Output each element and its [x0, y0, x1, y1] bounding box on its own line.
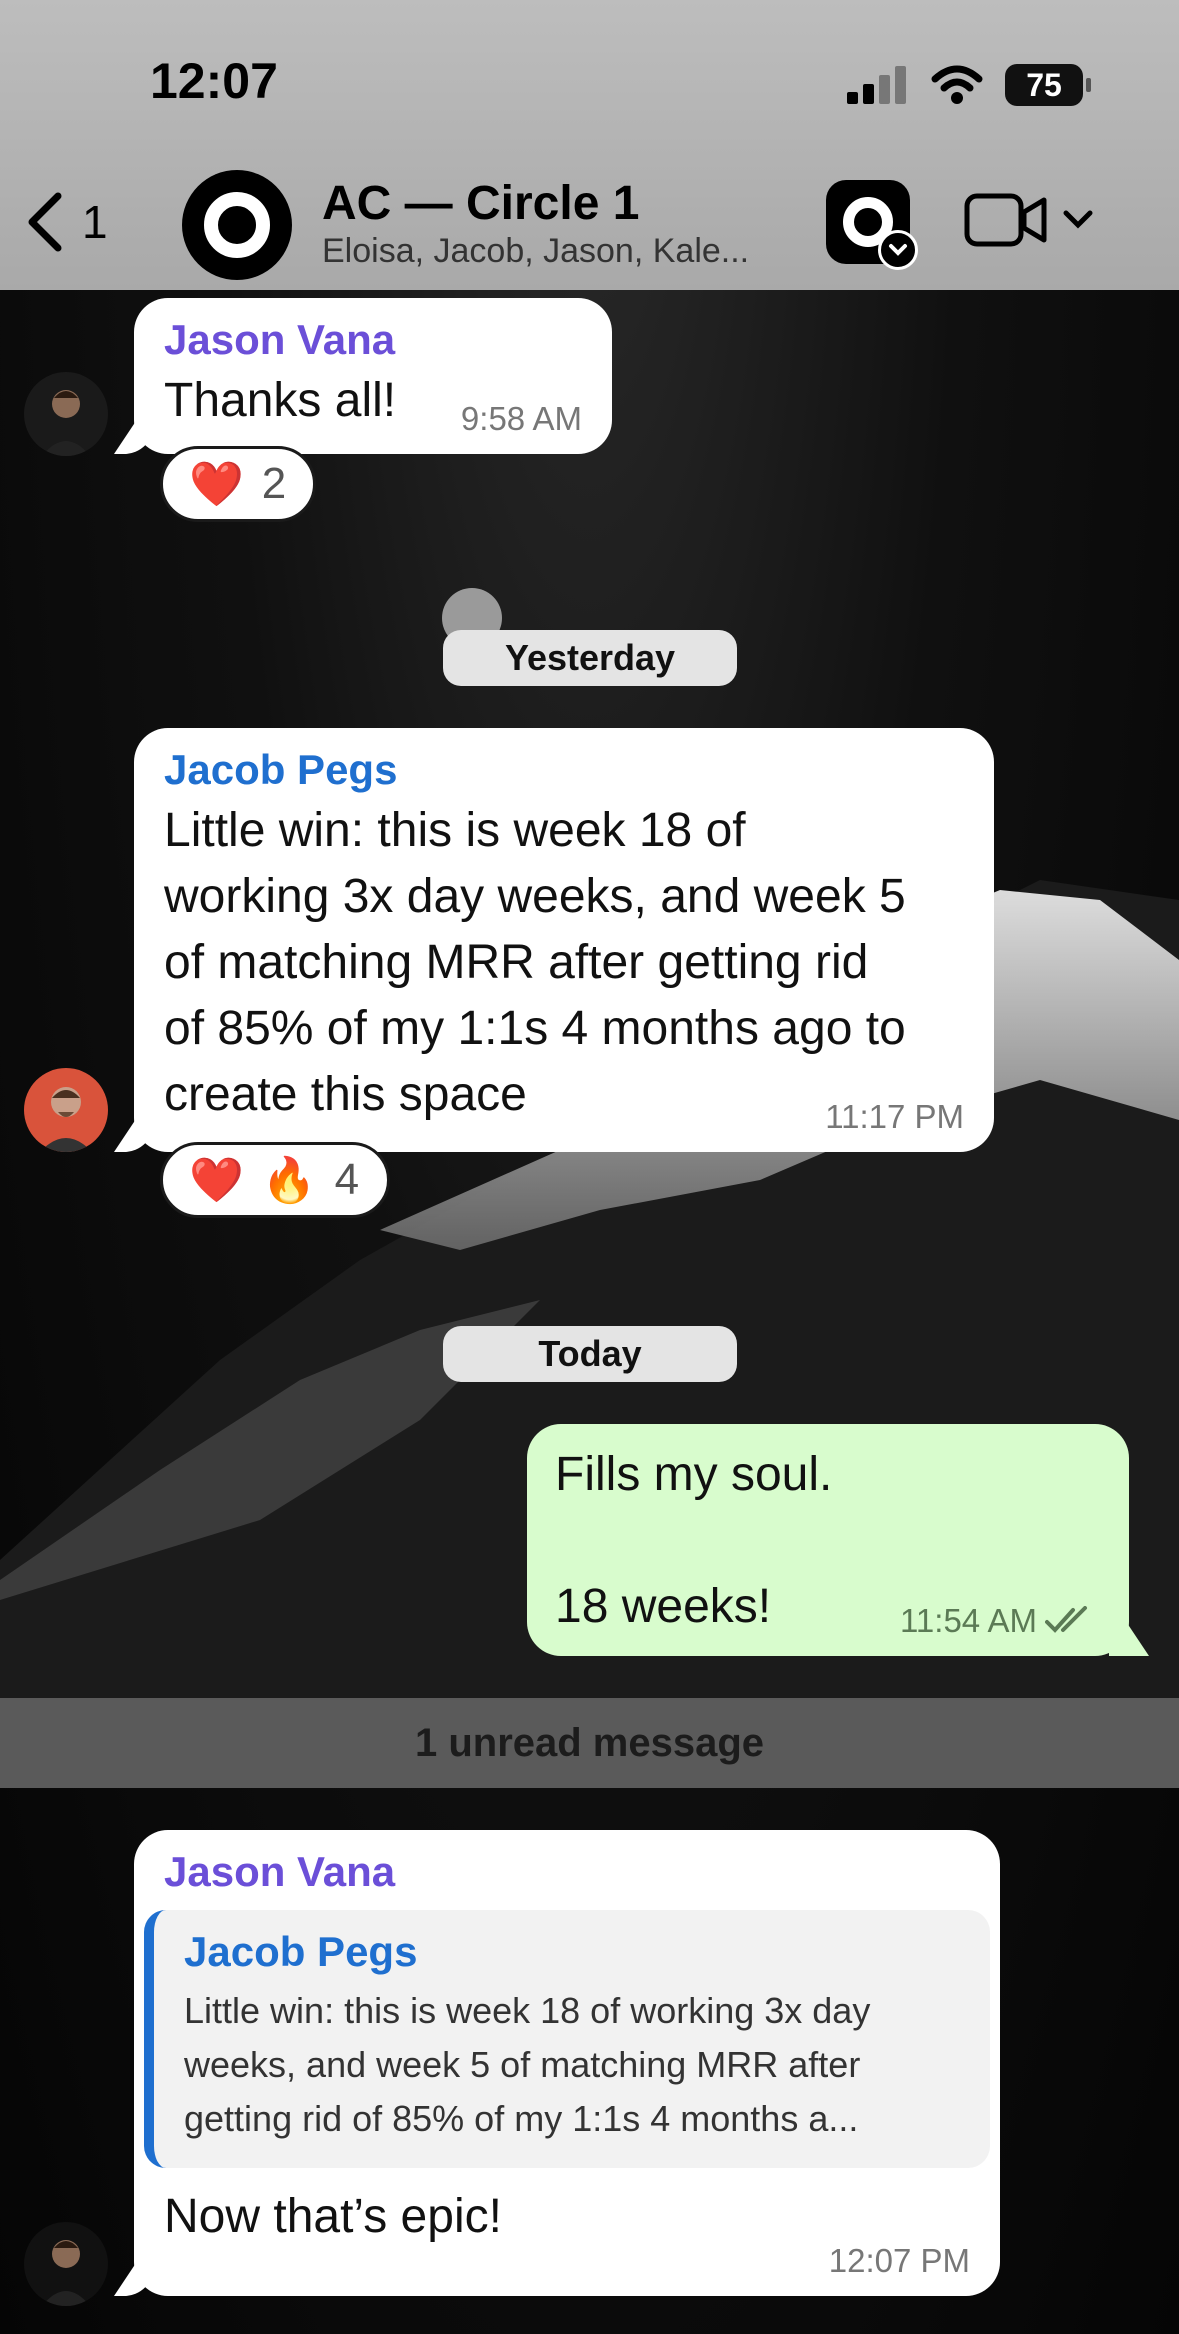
status-icons: 75	[847, 60, 1091, 110]
message-time: 9:58 AM	[460, 400, 582, 437]
chat-header: 12:07 75 1 AC — Circle 1 Eloisa, Jacob, …	[0, 0, 1179, 290]
app-switch-button[interactable]	[826, 180, 918, 270]
battery-icon: 75	[1005, 64, 1091, 106]
avatar-jason-vana[interactable]	[24, 2222, 108, 2306]
sender-name: Jason Vana	[164, 1848, 396, 1895]
reaction-count: 4	[334, 1155, 360, 1204]
message-bubble[interactable]: Jason Vana Jacob Pegs Little win: this i…	[134, 1830, 1000, 2296]
heart-icon: ❤️	[189, 460, 244, 509]
avatar-jason-vana[interactable]	[24, 372, 108, 456]
chevron-down-icon	[1063, 210, 1093, 229]
message-time: 11:54 AM	[900, 1602, 1037, 1639]
message-list[interactable]: Jason Vana Thanks all! 9:58 AM ❤️ 2 Yest…	[0, 290, 1179, 2334]
fire-icon: 🔥	[261, 1156, 317, 1205]
reactions-pill[interactable]: ❤️ 🔥 4	[160, 1142, 390, 1218]
chevron-left-icon	[28, 192, 62, 252]
quoted-text: Little win: this is week 18 of working 3…	[184, 1990, 871, 2139]
avatar-jacob-pegs[interactable]	[24, 1068, 108, 1152]
unread-divider: 1 unread message	[0, 1698, 1179, 1788]
chevron-down-badge-icon	[878, 230, 918, 270]
message-text: Now that’s epic!	[164, 2190, 502, 2243]
unread-count: 1	[82, 196, 108, 248]
date-divider-yesterday: Yesterday	[443, 630, 737, 686]
chat-title[interactable]: AC — Circle 1	[322, 176, 639, 231]
wifi-icon	[931, 65, 983, 104]
video-call-button[interactable]	[964, 192, 1094, 248]
date-divider-today: Today	[443, 1326, 737, 1382]
message-bubble[interactable]: Jason Vana Thanks all! 9:58 AM	[134, 298, 612, 454]
group-avatar[interactable]	[182, 170, 292, 280]
outgoing-message-bubble[interactable]: Fills my soul. 18 weeks! 11:54 AM	[527, 1424, 1129, 1656]
message-time: 11:17 PM	[825, 1098, 964, 1135]
message-time-with-status: 11:54 AM	[900, 1602, 1095, 1640]
message-text: Little win: this is week 18 of working 3…	[164, 804, 906, 1121]
video-camera-icon	[964, 193, 1047, 247]
person-icon	[42, 390, 90, 456]
quoted-sender: Jacob Pegs	[184, 1928, 418, 1975]
double-check-icon	[1045, 1606, 1087, 1633]
reactions-pill[interactable]: ❤️ 2	[160, 446, 316, 522]
reaction-count: 2	[261, 459, 287, 508]
message-bubble[interactable]: Jacob Pegs Little win: this is week 18 o…	[134, 728, 994, 1152]
person-icon	[42, 2240, 90, 2306]
chat-members[interactable]: Eloisa, Jacob, Jason, Kale...	[322, 232, 802, 271]
status-time: 12:07	[150, 53, 278, 109]
signal-icon	[847, 66, 906, 104]
circle-logo-icon	[204, 192, 270, 258]
back-button[interactable]: 1	[24, 192, 108, 252]
sender-name: Jason Vana	[164, 316, 396, 363]
person-icon	[40, 1087, 92, 1152]
heart-icon: ❤️	[189, 1156, 244, 1205]
sender-name: Jacob Pegs	[164, 746, 398, 793]
message-time: 12:07 PM	[828, 2242, 970, 2279]
quoted-reply[interactable]: Jacob Pegs Little win: this is week 18 o…	[144, 1910, 990, 2168]
